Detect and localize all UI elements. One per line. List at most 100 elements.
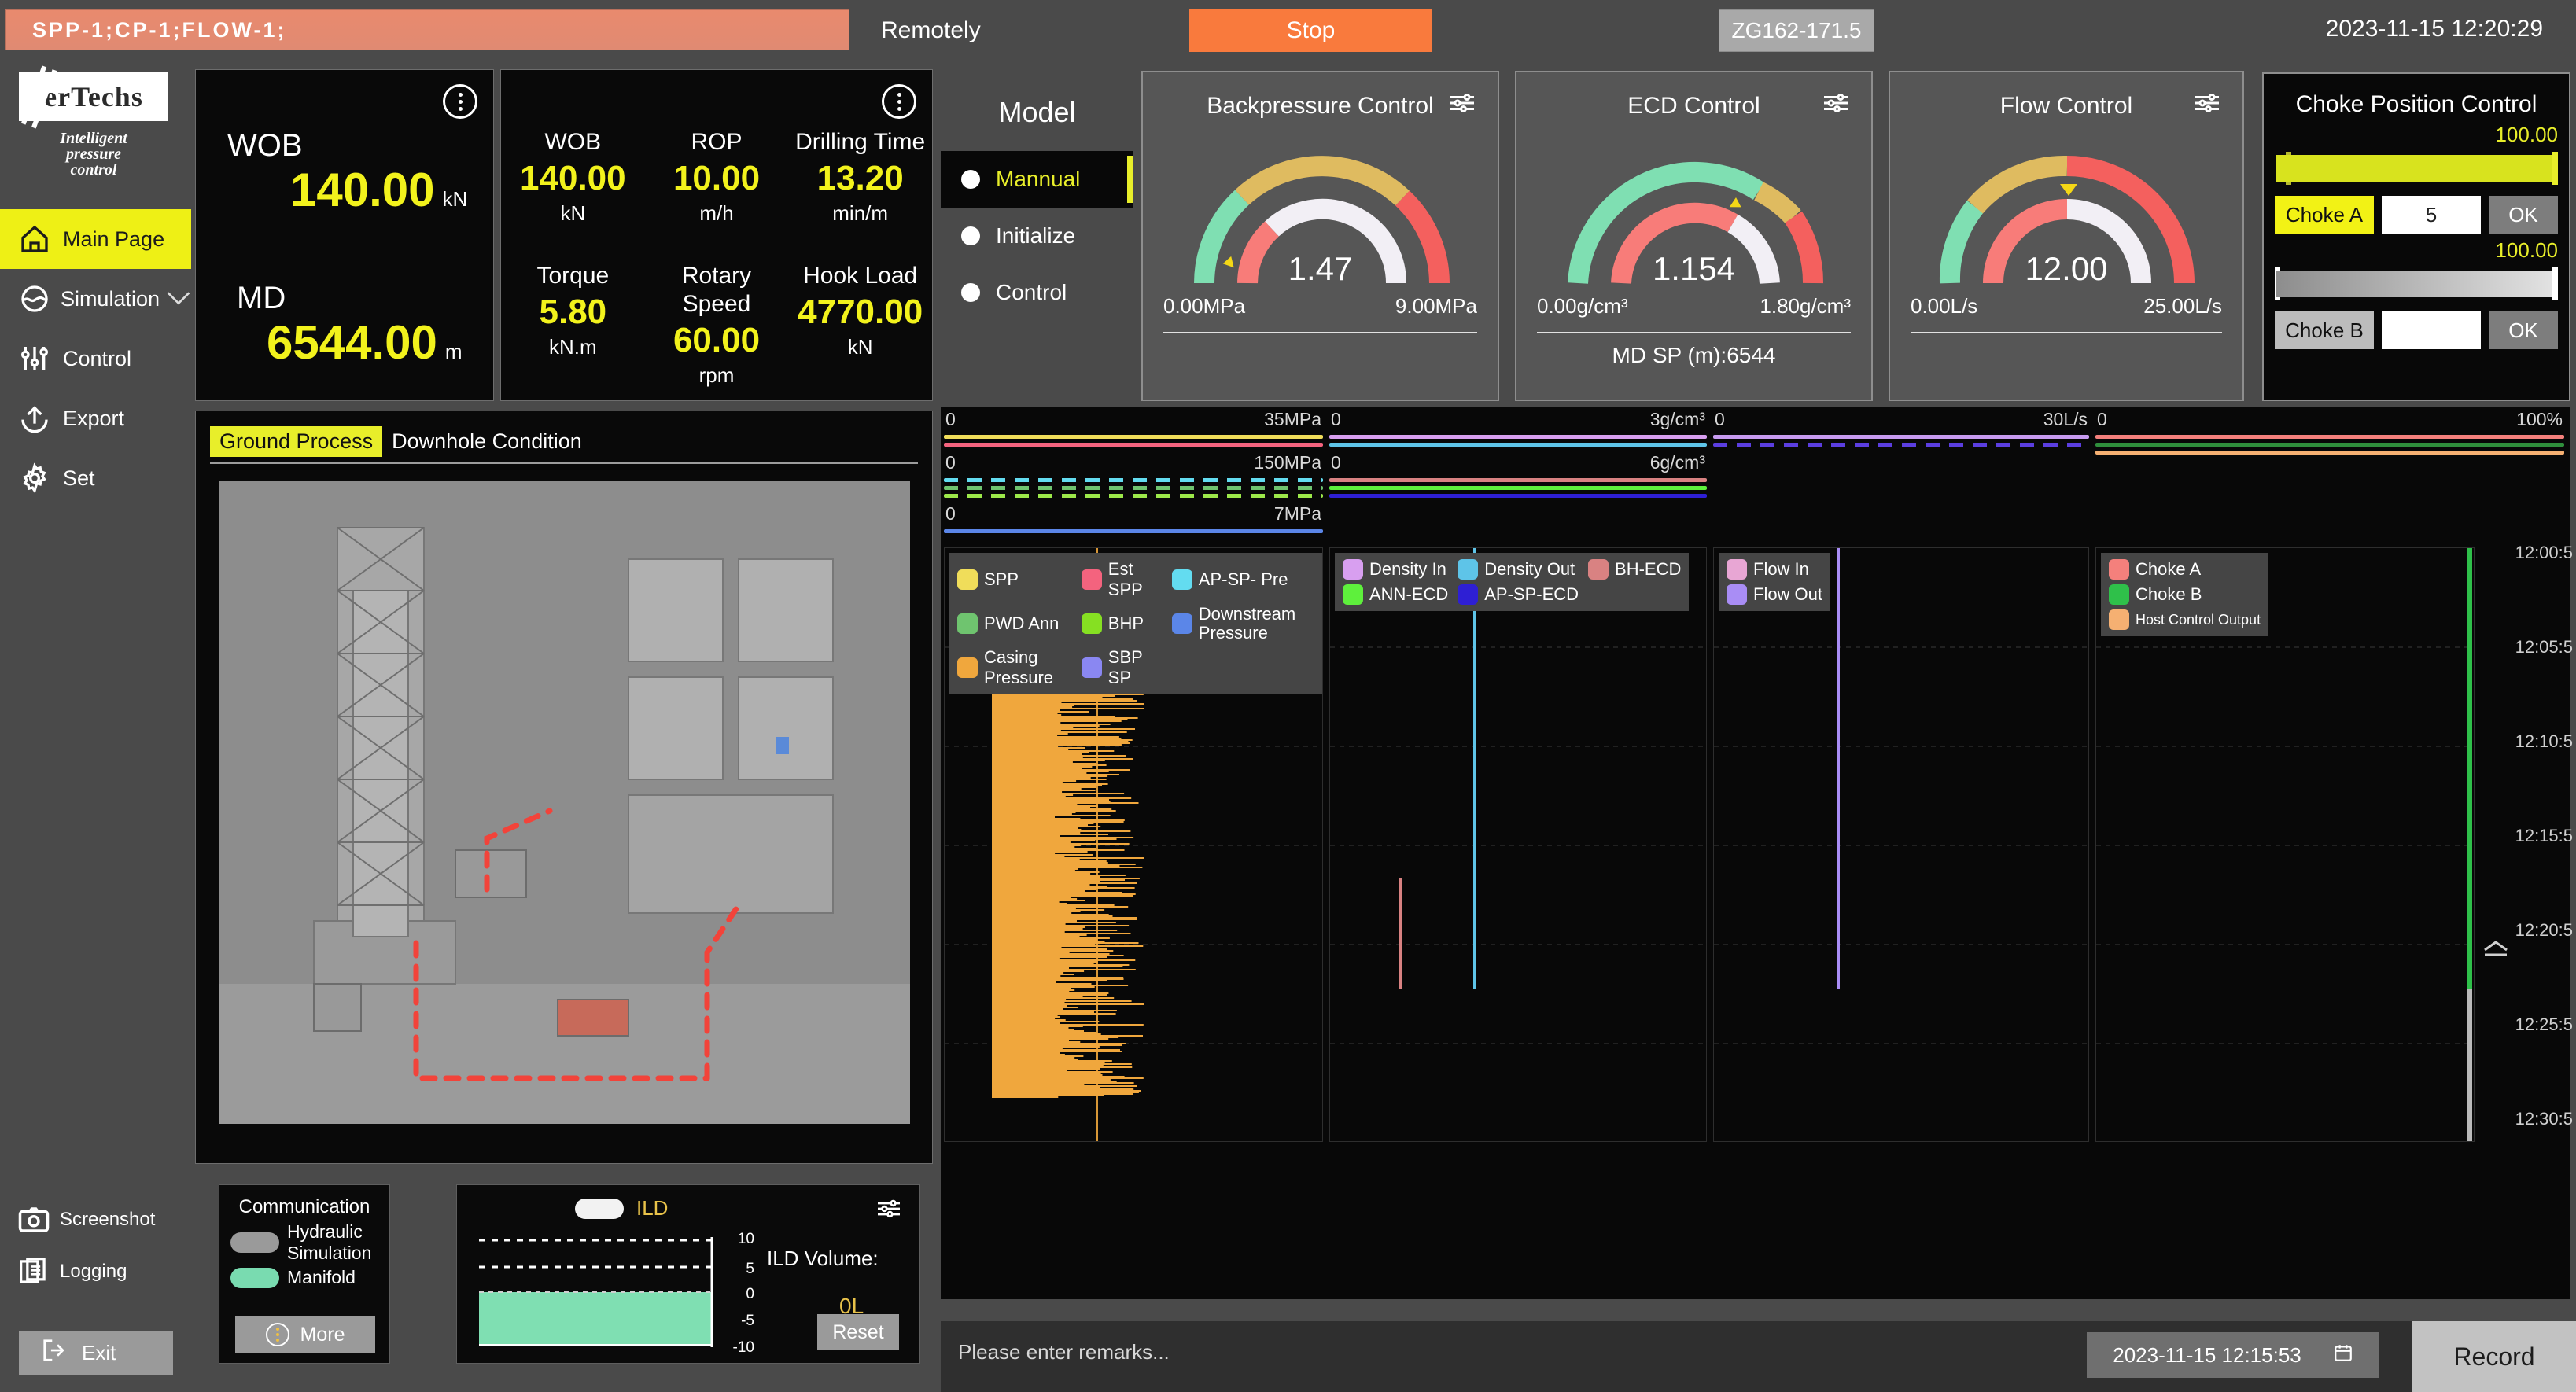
wob-value: 140.00 bbox=[290, 164, 435, 216]
scale-min: 0 bbox=[945, 408, 956, 429]
legend-item-bh-ecd: BH-ECD bbox=[1588, 559, 1681, 580]
ild-toggle[interactable] bbox=[575, 1198, 624, 1219]
choke-a-slider-end bbox=[2552, 152, 2558, 185]
hydraulic-simulation-toggle[interactable] bbox=[230, 1232, 279, 1253]
sidebar-item-logging[interactable]: Logging bbox=[0, 1246, 191, 1298]
rig-schematic-view[interactable] bbox=[219, 481, 910, 1124]
record-button[interactable]: Record bbox=[2412, 1321, 2576, 1392]
logo-tagline-line2: pressure bbox=[65, 145, 121, 163]
legend-item-ap-sp-pre: AP-SP- Pre bbox=[1171, 559, 1314, 600]
choke-chart-svg bbox=[2096, 548, 2474, 1141]
remarks-input[interactable]: Please enter remarks... bbox=[958, 1340, 1170, 1364]
legend-label: Est SPP bbox=[1107, 559, 1143, 599]
well-id-badge[interactable]: ZG162-171.5 bbox=[1719, 9, 1874, 52]
legend-item-density-out: Density Out bbox=[1458, 559, 1579, 580]
scale-line-ann-ecd bbox=[1329, 486, 1707, 490]
trend-chart-area: 0 35MPa 0 150MPa 0 7MPa 0 3g/cm³ 0 6g/cm… bbox=[941, 407, 2570, 1299]
sidebar-item-screenshot[interactable]: Screenshot bbox=[0, 1194, 191, 1246]
settings-sliders-icon[interactable] bbox=[875, 1198, 902, 1224]
model-option-control[interactable]: Control bbox=[941, 264, 1133, 321]
logo-tagline-line3: control bbox=[70, 161, 117, 179]
manifold-toggle[interactable] bbox=[230, 1267, 279, 1288]
scale-max: 100% bbox=[2516, 408, 2563, 429]
sidebar-item-label: Set bbox=[63, 466, 95, 490]
legend-swatch bbox=[1727, 584, 1747, 605]
more-button[interactable]: More bbox=[235, 1316, 375, 1353]
ild-tick: 0 bbox=[746, 1286, 754, 1302]
legend-label: Flow Out bbox=[1753, 584, 1823, 604]
settings-sliders-icon[interactable] bbox=[1821, 91, 1851, 119]
exit-button[interactable]: Exit bbox=[19, 1331, 173, 1375]
reset-button[interactable]: Reset bbox=[817, 1314, 899, 1350]
bottom-bar: Please enter remarks... 2023-11-15 12:15… bbox=[941, 1321, 2576, 1392]
settings-sliders-icon[interactable] bbox=[2192, 91, 2222, 119]
kpi-cell-rotary-speed: Rotary Speed 60.00 rpm bbox=[645, 262, 789, 396]
model-option-mannual[interactable]: Mannual bbox=[941, 151, 1133, 208]
legend-item-spp: SPP bbox=[957, 559, 1072, 600]
scale-max: 6g/cm³ bbox=[1649, 451, 1705, 473]
choke-a-slider[interactable] bbox=[2275, 152, 2558, 185]
kpi-grid: WOB 140.00 kN ROP 10.00 m/h Drilling Tim… bbox=[501, 128, 932, 396]
choke-b-button[interactable]: Choke B bbox=[2275, 311, 2374, 349]
legend-swatch bbox=[2109, 559, 2129, 580]
radio-icon bbox=[961, 170, 980, 189]
alarm-banner[interactable]: SPP-1;CP-1;FLOW-1; bbox=[5, 9, 849, 50]
legend-label: SPP bbox=[984, 569, 1019, 589]
scale-line-choke-b bbox=[2095, 443, 2564, 447]
scale-max: 30L/s bbox=[2043, 408, 2088, 429]
calendar-icon[interactable] bbox=[2333, 1342, 2353, 1368]
sidebar-item-main-page[interactable]: Main Page bbox=[0, 209, 191, 269]
backpressure-control-card: Backpressure Control 1.47 0.00MPa 9.00MP… bbox=[1141, 71, 1499, 401]
density-chart[interactable]: Density In Density Out BH-ECD ANN-ECD AP… bbox=[1329, 547, 1707, 1142]
density-chart-svg bbox=[1330, 548, 1706, 1044]
exit-label: Exit bbox=[82, 1340, 116, 1364]
legend-label: SBP SP bbox=[1107, 647, 1143, 687]
kebab-menu-icon[interactable] bbox=[443, 84, 477, 119]
legend-item-sbp-sp: SBP SP bbox=[1081, 647, 1163, 688]
model-option-initialize[interactable]: Initialize bbox=[941, 208, 1133, 264]
legend-item-est-spp: Est SPP bbox=[1081, 559, 1163, 600]
flow-chart-svg bbox=[1714, 548, 2088, 1044]
flow-chart[interactable]: Flow In Flow Out bbox=[1713, 547, 2089, 1142]
legend-swatch bbox=[1343, 584, 1363, 605]
pressure-chart[interactable]: SPP Est SPP AP-SP- Pre PWD Ann BHP Downs… bbox=[944, 547, 1323, 1142]
upload-icon bbox=[17, 403, 63, 434]
scale-line-bh-ecd bbox=[1329, 478, 1707, 482]
time-axis: 12:00:5 12:05:5 12:10:5 12:15:5 12:20:5 … bbox=[2468, 543, 2576, 1298]
density-legend: Density In Density Out BH-ECD ANN-ECD AP… bbox=[1335, 553, 1690, 611]
legend-label: BHP bbox=[1107, 613, 1144, 633]
settings-sliders-icon[interactable] bbox=[1447, 91, 1477, 119]
sidebar-item-simulation[interactable]: Simulation bbox=[0, 269, 191, 329]
exit-icon bbox=[41, 1339, 68, 1368]
choke-b-slider[interactable] bbox=[2275, 267, 2558, 300]
choke-a-button[interactable]: Choke A bbox=[2275, 196, 2374, 234]
communication-row-hydraulic: Hydraulic Simulation bbox=[219, 1218, 389, 1264]
choke-chart[interactable]: Choke A Choke B Host Control Output bbox=[2095, 547, 2475, 1142]
choke-b-input[interactable] bbox=[2382, 311, 2481, 349]
choke-a-ok-button[interactable]: OK bbox=[2489, 196, 2558, 234]
sidebar-item-export[interactable]: Export bbox=[0, 389, 191, 448]
stop-button[interactable]: Stop bbox=[1189, 9, 1432, 52]
scale-line-density-out bbox=[1329, 443, 1707, 447]
choke-a-input[interactable]: 5 bbox=[2382, 196, 2481, 234]
primary-kpi-panel: WOB 140.00 kN MD 6544.00 m bbox=[195, 69, 494, 401]
kebab-menu-icon[interactable] bbox=[882, 84, 916, 119]
sidebar-item-set[interactable]: Set bbox=[0, 448, 191, 508]
tab-downhole-condition[interactable]: Downhole Condition bbox=[382, 426, 591, 457]
gear-icon bbox=[17, 462, 63, 494]
legend-swatch bbox=[1081, 569, 1102, 590]
sidebar-item-label: Export bbox=[63, 406, 125, 430]
sidebar-item-control[interactable]: Control bbox=[0, 329, 191, 389]
legend-label: Host Control Output bbox=[2136, 612, 2261, 628]
kpi-value: 4770.00 bbox=[798, 293, 923, 331]
choke-b-ok-button[interactable]: OK bbox=[2489, 311, 2558, 349]
legend-label: Casing Pressure bbox=[984, 647, 1054, 687]
communication-title: Communication bbox=[238, 1196, 370, 1217]
scale-line-density-in bbox=[1329, 435, 1707, 439]
tab-ground-process[interactable]: Ground Process bbox=[210, 426, 383, 457]
remote-mode-label: Remotely bbox=[881, 17, 981, 43]
scale-min: 0 bbox=[945, 451, 956, 473]
record-datetime-field[interactable]: 2023-11-15 12:15:53 bbox=[2087, 1332, 2379, 1378]
choke-b-max: 100.00 bbox=[2495, 238, 2558, 262]
divider bbox=[1911, 332, 2222, 333]
